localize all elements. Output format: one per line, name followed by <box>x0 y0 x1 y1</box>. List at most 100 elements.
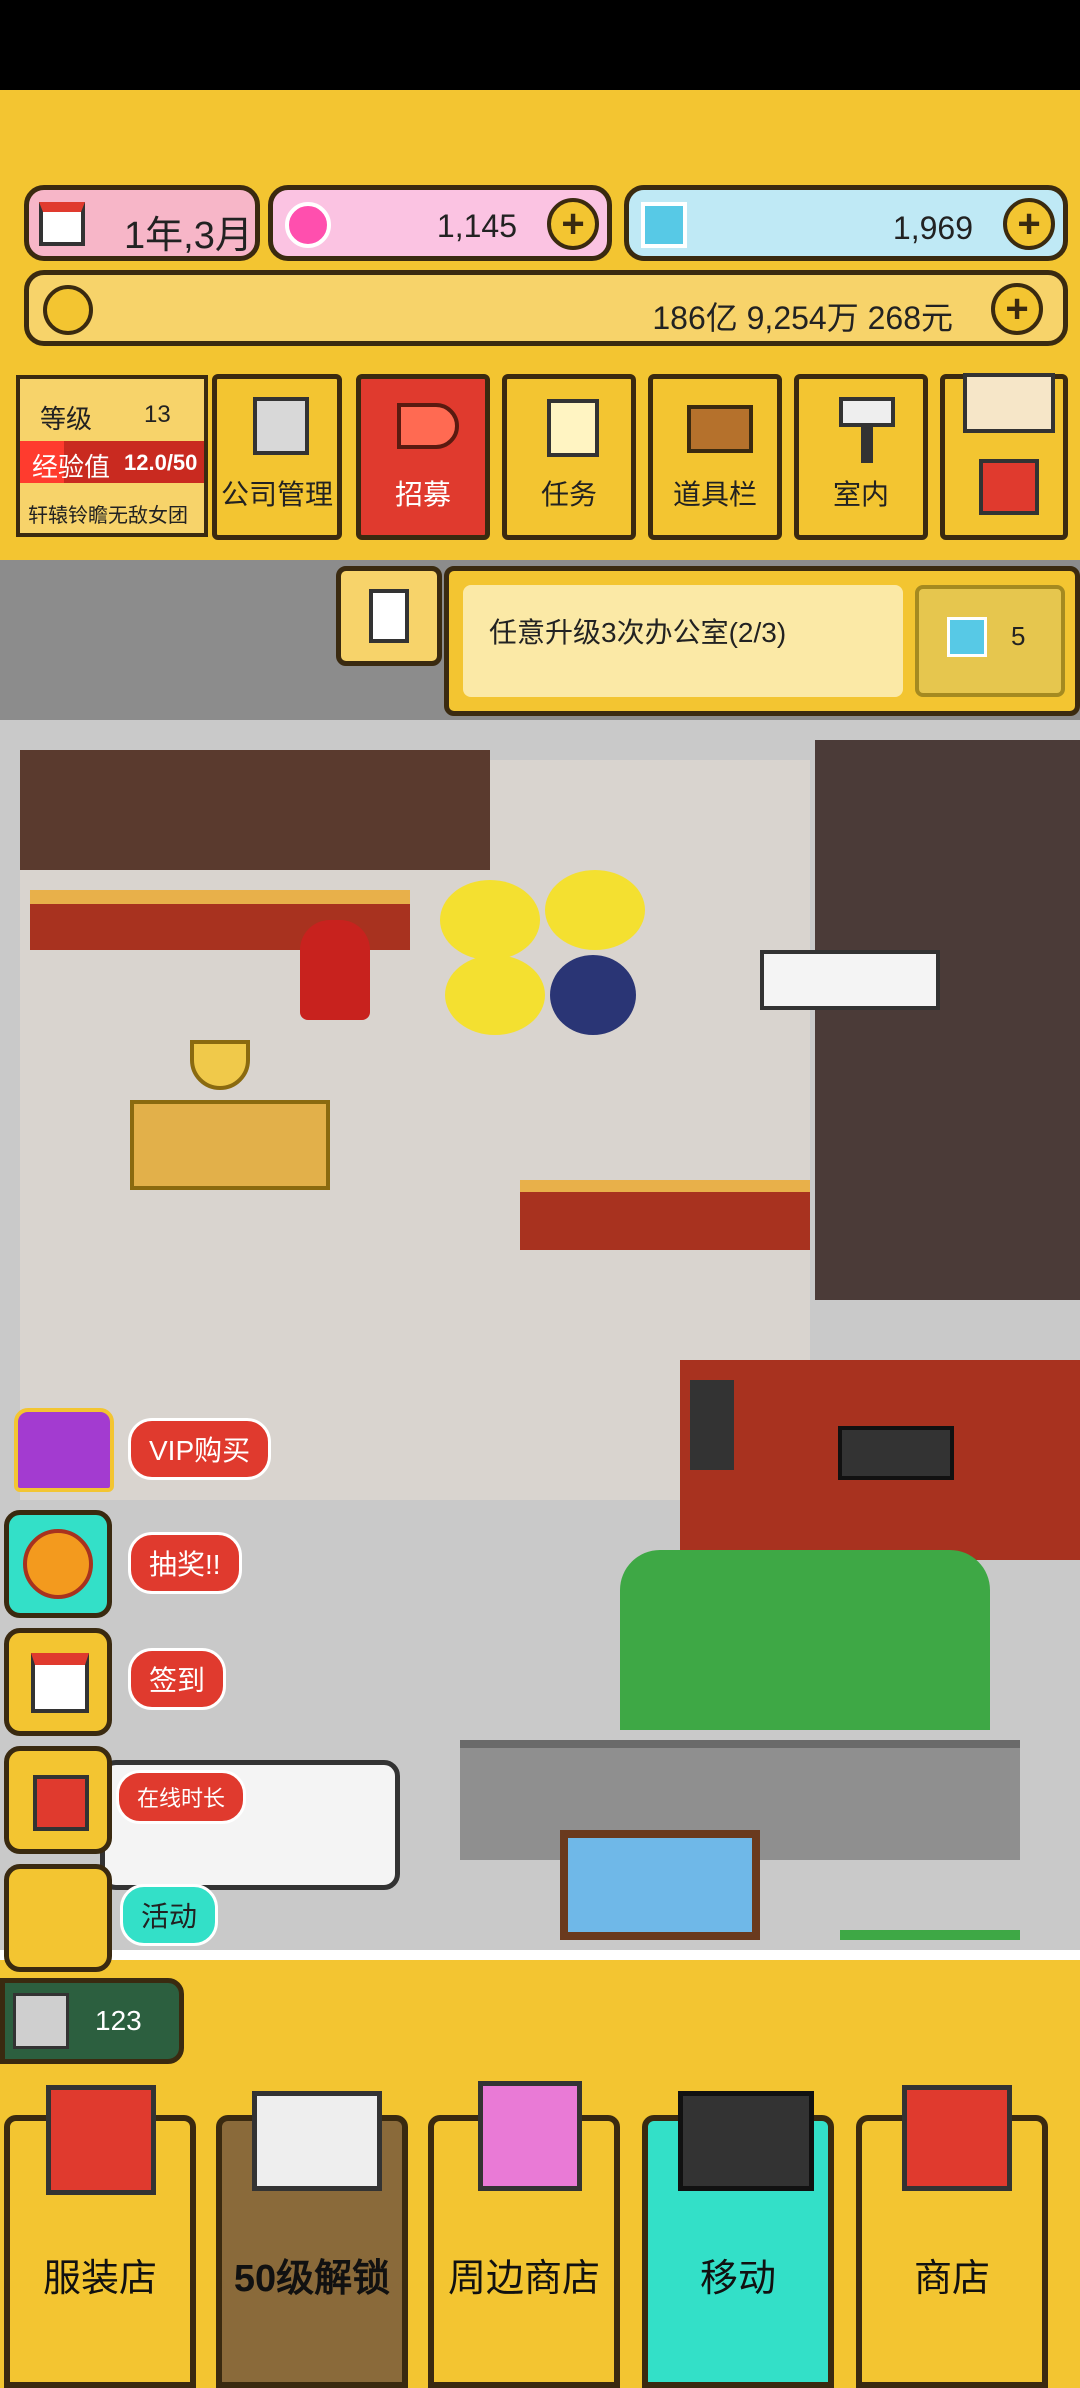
hammer-icon <box>979 459 1039 515</box>
character-yellow-hair-2 <box>545 870 645 950</box>
character-yellow-hair-3 <box>445 955 545 1035</box>
tasks-label: 任务 <box>540 479 597 510</box>
quest-banner[interactable]: 任意升级3次办公室(2/3) 5 <box>444 566 1080 716</box>
level50-unlock-label: 50级解锁 <box>233 2258 391 2300</box>
cat-counter-value: 123 <box>95 2005 142 2036</box>
inventory-button[interactable]: 道具栏 <box>648 374 782 540</box>
diamond-icon <box>641 202 687 248</box>
inventory-label: 道具栏 <box>672 479 757 510</box>
scroll-icon <box>547 399 599 457</box>
chest-icon <box>687 405 753 453</box>
cat-icon <box>13 1993 69 2049</box>
add-money-button[interactable]: + <box>991 283 1043 335</box>
buildings-icon <box>253 397 309 455</box>
game-scene[interactable] <box>0 560 1080 1960</box>
road <box>0 1950 1080 1960</box>
money-display: 186亿 9,254万 268元 + <box>24 270 1068 346</box>
character-blue-hair <box>550 955 636 1035</box>
merch-store-button[interactable]: 周边商店 <box>428 2081 620 2388</box>
level50-unlock-button[interactable]: 50级解锁 <box>216 2091 408 2388</box>
online-time-gift-icon[interactable] <box>4 1746 112 1854</box>
diamond-currency-value: 1,969 <box>892 210 973 246</box>
monitor-icon <box>690 1380 734 1470</box>
shop-stand-icon <box>902 2085 1012 2191</box>
add-pink-currency-button[interactable]: + <box>547 198 599 250</box>
quest-reward[interactable]: 5 <box>915 585 1065 697</box>
level-label: 等级 <box>40 404 93 434</box>
cat-counter[interactable]: 123 <box>0 1978 184 2064</box>
merch-store-label: 周边商店 <box>447 2258 600 2300</box>
megaphone-icon <box>397 403 459 449</box>
move-button[interactable]: 移动 <box>642 2091 834 2388</box>
pink-gem-icon <box>285 202 331 248</box>
garden <box>620 1550 990 1730</box>
paint-roller-icon <box>839 397 895 427</box>
calendar-icon <box>39 202 85 246</box>
quest-text: 任意升级3次办公室(2/3) <box>489 617 787 648</box>
pink-currency-display: 1,145 + <box>268 185 612 261</box>
clothing-store-label: 服装店 <box>42 2258 157 2300</box>
keyboard-icon <box>838 1426 954 1480</box>
cash-register-icon <box>478 2081 582 2191</box>
quest-reward-value: 5 <box>1011 621 1026 651</box>
company-management-label: 公司管理 <box>220 479 333 510</box>
lottery-button[interactable]: 抽奖!! <box>128 1532 242 1594</box>
tshirt-icon <box>46 2085 156 2195</box>
character-group[interactable] <box>440 860 650 1090</box>
money-value: 186亿 9,254万 268元 <box>652 300 953 336</box>
date-display: 1年,3月 <box>24 185 260 261</box>
building-right <box>815 740 1080 1300</box>
shop-label: 商店 <box>913 2258 990 2300</box>
diamond-currency-display: 1,969 + <box>624 185 1068 261</box>
calendar-page <box>31 1653 89 1713</box>
character-desk[interactable] <box>760 950 940 1010</box>
character-yellow-hair-1 <box>440 880 540 960</box>
vip-crown-icon[interactable] <box>14 1408 114 1492</box>
recruit-button[interactable]: 招募 <box>356 374 490 540</box>
sign-in-button[interactable]: 签到 <box>128 1648 227 1710</box>
company-management-button[interactable]: 公司管理 <box>212 374 342 540</box>
bicycle <box>840 1860 1020 1940</box>
envelope-icon <box>963 373 1055 433</box>
clothing-store-button[interactable]: 服装店 <box>4 2085 196 2388</box>
exp-value: 12.0/50 <box>124 450 198 475</box>
exp-label: 经验值 <box>32 452 111 482</box>
level-value: 13 <box>144 401 171 428</box>
sign-in-calendar-icon[interactable] <box>4 1628 112 1736</box>
tasks-button[interactable]: 任务 <box>502 374 636 540</box>
camera-icon <box>252 2091 382 2191</box>
add-diamond-button[interactable]: + <box>1003 198 1055 250</box>
quest-text-box: 任意升级3次办公室(2/3) <box>463 585 903 697</box>
level-panel: 等级 13 经验值 12.0/50 轩辕铃瞻无敌女团 <box>16 375 208 537</box>
middle-counter <box>520 1180 810 1250</box>
status-bar <box>0 0 1080 90</box>
interior-label: 室内 <box>832 479 889 510</box>
trophy-table <box>130 1100 330 1190</box>
mail-button[interactable] <box>940 373 1068 540</box>
activity-button[interactable]: 活动 <box>120 1884 219 1946</box>
company-name: 轩辕铃瞻无敌女团 <box>28 505 188 527</box>
office-wall <box>20 750 490 870</box>
truck-icon <box>678 2091 814 2191</box>
recruit-label: 招募 <box>394 479 451 510</box>
bulletin-board[interactable] <box>560 1830 760 1940</box>
interior-button[interactable]: 室内 <box>794 374 928 540</box>
lottery-wheel-icon[interactable] <box>4 1510 112 1618</box>
coin-icon <box>43 285 93 335</box>
online-time-button[interactable]: 在线时长 <box>116 1770 247 1824</box>
quest-scroll-icon[interactable] <box>336 566 442 666</box>
reward-diamond-icon <box>947 617 987 657</box>
exclamation-icon <box>369 589 409 643</box>
move-label: 移动 <box>699 2258 776 2300</box>
wheel-disc <box>23 1529 93 1599</box>
vip-purchase-button[interactable]: VIP购买 <box>128 1418 272 1480</box>
paint-roller-handle <box>861 427 873 463</box>
bottom-nav: 服装店 50级解锁 周边商店 移动 商店 <box>0 2070 1080 2388</box>
date-text: 1年,3月 <box>124 215 253 257</box>
shop-button[interactable]: 商店 <box>856 2085 1048 2388</box>
activity-scissors-icon[interactable] <box>4 1864 112 1972</box>
pink-currency-value: 1,145 <box>436 208 517 244</box>
exp-bar: 经验值 12.0/50 <box>20 441 204 483</box>
gift-box <box>33 1775 89 1831</box>
character-red-cap[interactable] <box>300 920 370 1020</box>
